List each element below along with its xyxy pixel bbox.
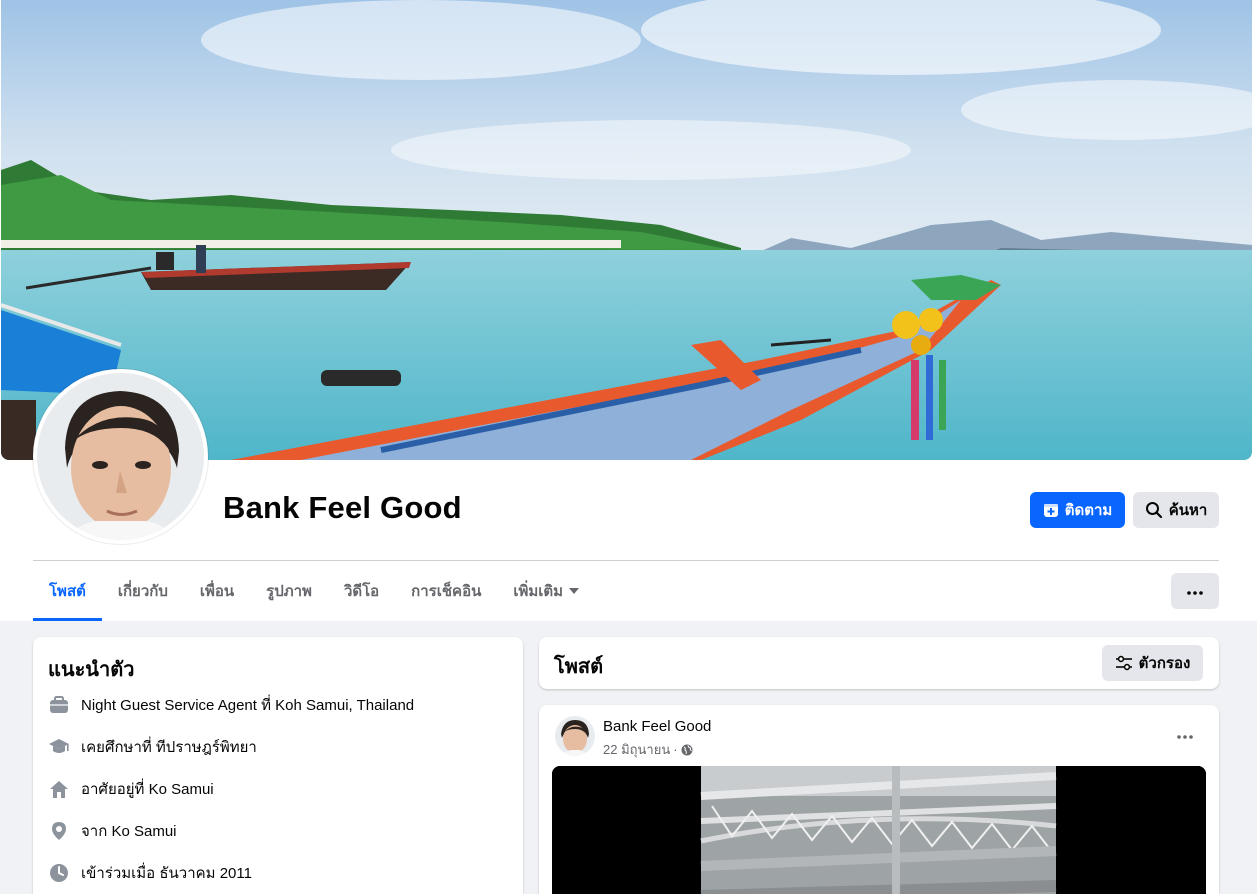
home-icon [48,778,70,800]
search-button[interactable]: ค้นหา [1133,492,1219,528]
intro-item-work: Night Guest Service Agent ที่ Koh Samui,… [48,693,414,717]
globe-icon [681,744,693,756]
more-options-button[interactable] [1171,573,1219,609]
clock-icon [48,862,70,884]
tab-videos[interactable]: วิดีโอ [328,561,395,621]
intro-card: แนะนำตัว Night Guest Service Agent ที่ K… [33,637,523,894]
intro-item-education: เคยศึกษาที่ ทีปราษฎร์พิทยา [48,735,257,759]
intro-title: แนะนำตัว [48,659,135,681]
follow-icon [1043,502,1059,518]
post-card: Bank Feel Good 22 มิถุนายน · [539,705,1219,894]
follow-label: ติดตาม [1064,502,1113,519]
tab-posts[interactable]: โพสต์ [33,561,102,621]
filter-label: ตัวกรอง [1138,655,1191,672]
tab-checkins[interactable]: การเช็คอิน [395,561,497,621]
caret-down-icon [569,588,580,594]
post-author-name[interactable]: Bank Feel Good [603,718,711,735]
tab-more[interactable]: เพิ่มเติม [497,561,595,621]
post-options-button[interactable] [1169,723,1201,747]
post-media-image[interactable] [552,766,1206,894]
follow-button[interactable]: ติดตาม [1030,492,1125,528]
post-date[interactable]: 22 มิถุนายน [603,739,670,760]
filter-icon [1115,655,1133,671]
tab-about[interactable]: เกี่ยวกับ [102,561,184,621]
graduation-cap-icon [48,736,70,758]
intro-item-joined: เข้าร่วมเมื่อ ธันวาคม 2011 [48,861,252,885]
filter-button[interactable]: ตัวกรอง [1102,645,1203,681]
tab-photos[interactable]: รูปภาพ [250,561,328,621]
tab-friends[interactable]: เพื่อน [184,561,250,621]
post-meta: 22 มิถุนายน · [603,739,693,760]
ellipsis-icon [1187,582,1203,600]
profile-tabs: โพสต์ เกี่ยวกับ เพื่อน รูปภาพ วิดีโอ การ… [33,561,595,621]
intro-item-text: เคยศึกษาที่ ทีปราษฎร์พิทยา [81,739,257,756]
briefcase-icon [48,694,70,716]
meta-separator: · [673,742,678,757]
intro-item-from: จาก Ko Samui [48,819,177,843]
search-icon [1145,501,1163,519]
cover-photo[interactable] [1,0,1252,460]
profile-avatar[interactable] [33,369,208,544]
intro-item-text: อาศัยอยู่ที่ Ko Samui [81,781,214,798]
intro-item-text: จาก Ko Samui [81,823,177,840]
ellipsis-icon [1177,726,1193,744]
posts-header-card: โพสต์ ตัวกรอง [539,637,1219,689]
post-author-avatar[interactable] [555,716,595,756]
search-label: ค้นหา [1168,502,1208,519]
profile-header: Bank Feel Good ติดตาม ค้นหา โพสต์ เกี่ยว… [0,0,1257,621]
location-pin-icon [48,820,70,842]
posts-title: โพสต์ [554,656,604,678]
intro-item-text: เข้าร่วมเมื่อ ธันวาคม 2011 [81,865,252,882]
profile-name: Bank Feel Good [223,490,462,525]
intro-item-text: Night Guest Service Agent ที่ Koh Samui,… [81,697,415,714]
intro-item-lives: อาศัยอยู่ที่ Ko Samui [48,777,214,801]
